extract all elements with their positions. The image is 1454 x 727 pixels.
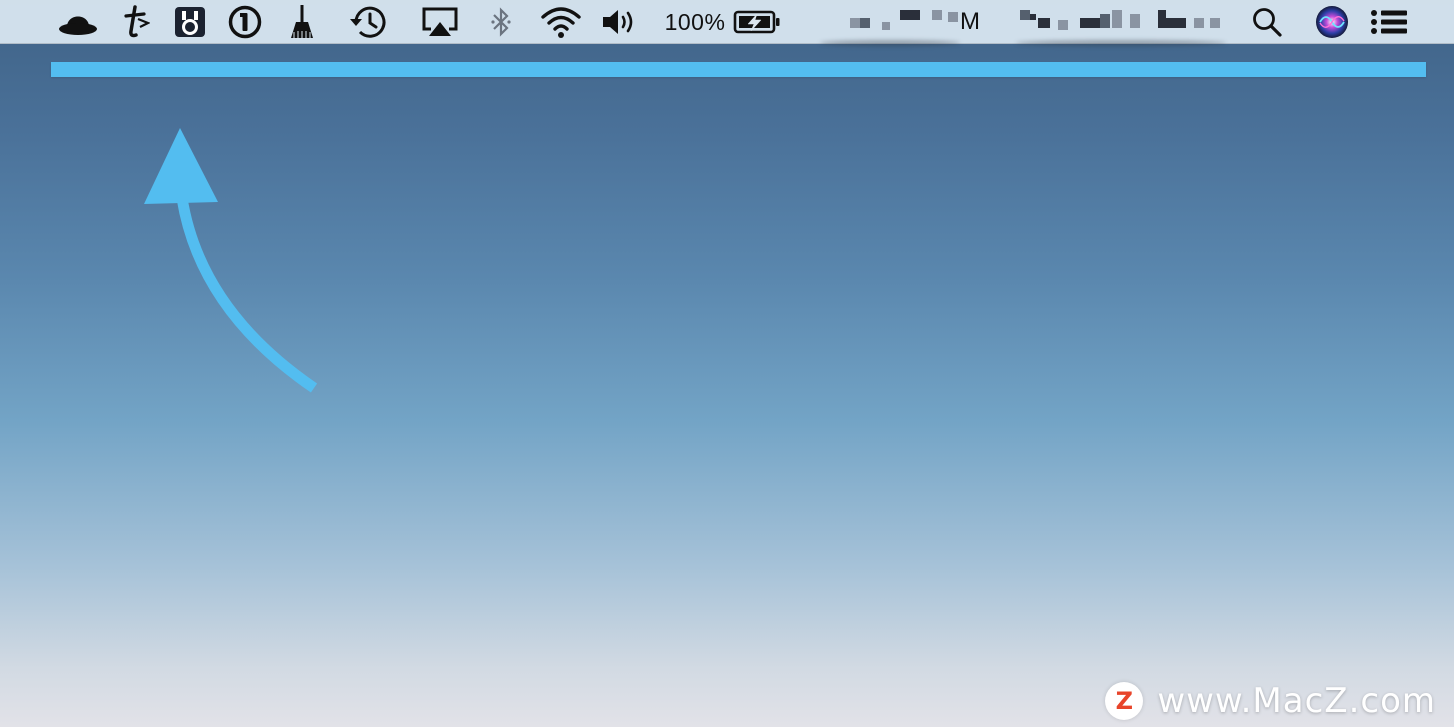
spotlight-search-icon[interactable] bbox=[1248, 0, 1286, 44]
battery-percentage-text: 100% bbox=[664, 8, 726, 35]
wifi-icon[interactable] bbox=[538, 0, 584, 44]
time-machine-icon[interactable] bbox=[346, 0, 388, 44]
siri-icon[interactable] bbox=[1312, 0, 1352, 44]
macz-logo-icon: Z bbox=[1105, 682, 1144, 720]
menu-bar-highlight-annotation bbox=[51, 62, 1426, 77]
battery-percentage[interactable]: 100% bbox=[662, 0, 728, 44]
airplay-icon[interactable] bbox=[420, 0, 460, 44]
onepassword-icon[interactable] bbox=[226, 0, 264, 44]
padlock-app-icon[interactable] bbox=[172, 0, 208, 44]
typeeto-icon[interactable] bbox=[118, 0, 154, 44]
watermark: Z www.MacZ.com bbox=[1105, 681, 1436, 721]
pixelated-user-name[interactable] bbox=[1016, 0, 1226, 44]
macz-logo-letter: Z bbox=[1115, 687, 1134, 715]
volume-icon[interactable] bbox=[600, 0, 638, 44]
menu-bar: 100% M bbox=[0, 0, 1454, 46]
bowler-hat-icon[interactable] bbox=[56, 0, 100, 44]
notification-center-icon[interactable] bbox=[1368, 0, 1410, 44]
bluetooth-icon[interactable] bbox=[486, 0, 516, 44]
battery-charging-icon[interactable] bbox=[732, 0, 782, 44]
broom-cleaner-icon[interactable] bbox=[284, 0, 320, 44]
clock-text-suffix: M bbox=[960, 8, 980, 35]
annotation-arrow-icon bbox=[130, 120, 330, 415]
pixelated-clock[interactable]: M bbox=[820, 0, 1000, 44]
watermark-text: www.MacZ.com bbox=[1157, 681, 1436, 721]
